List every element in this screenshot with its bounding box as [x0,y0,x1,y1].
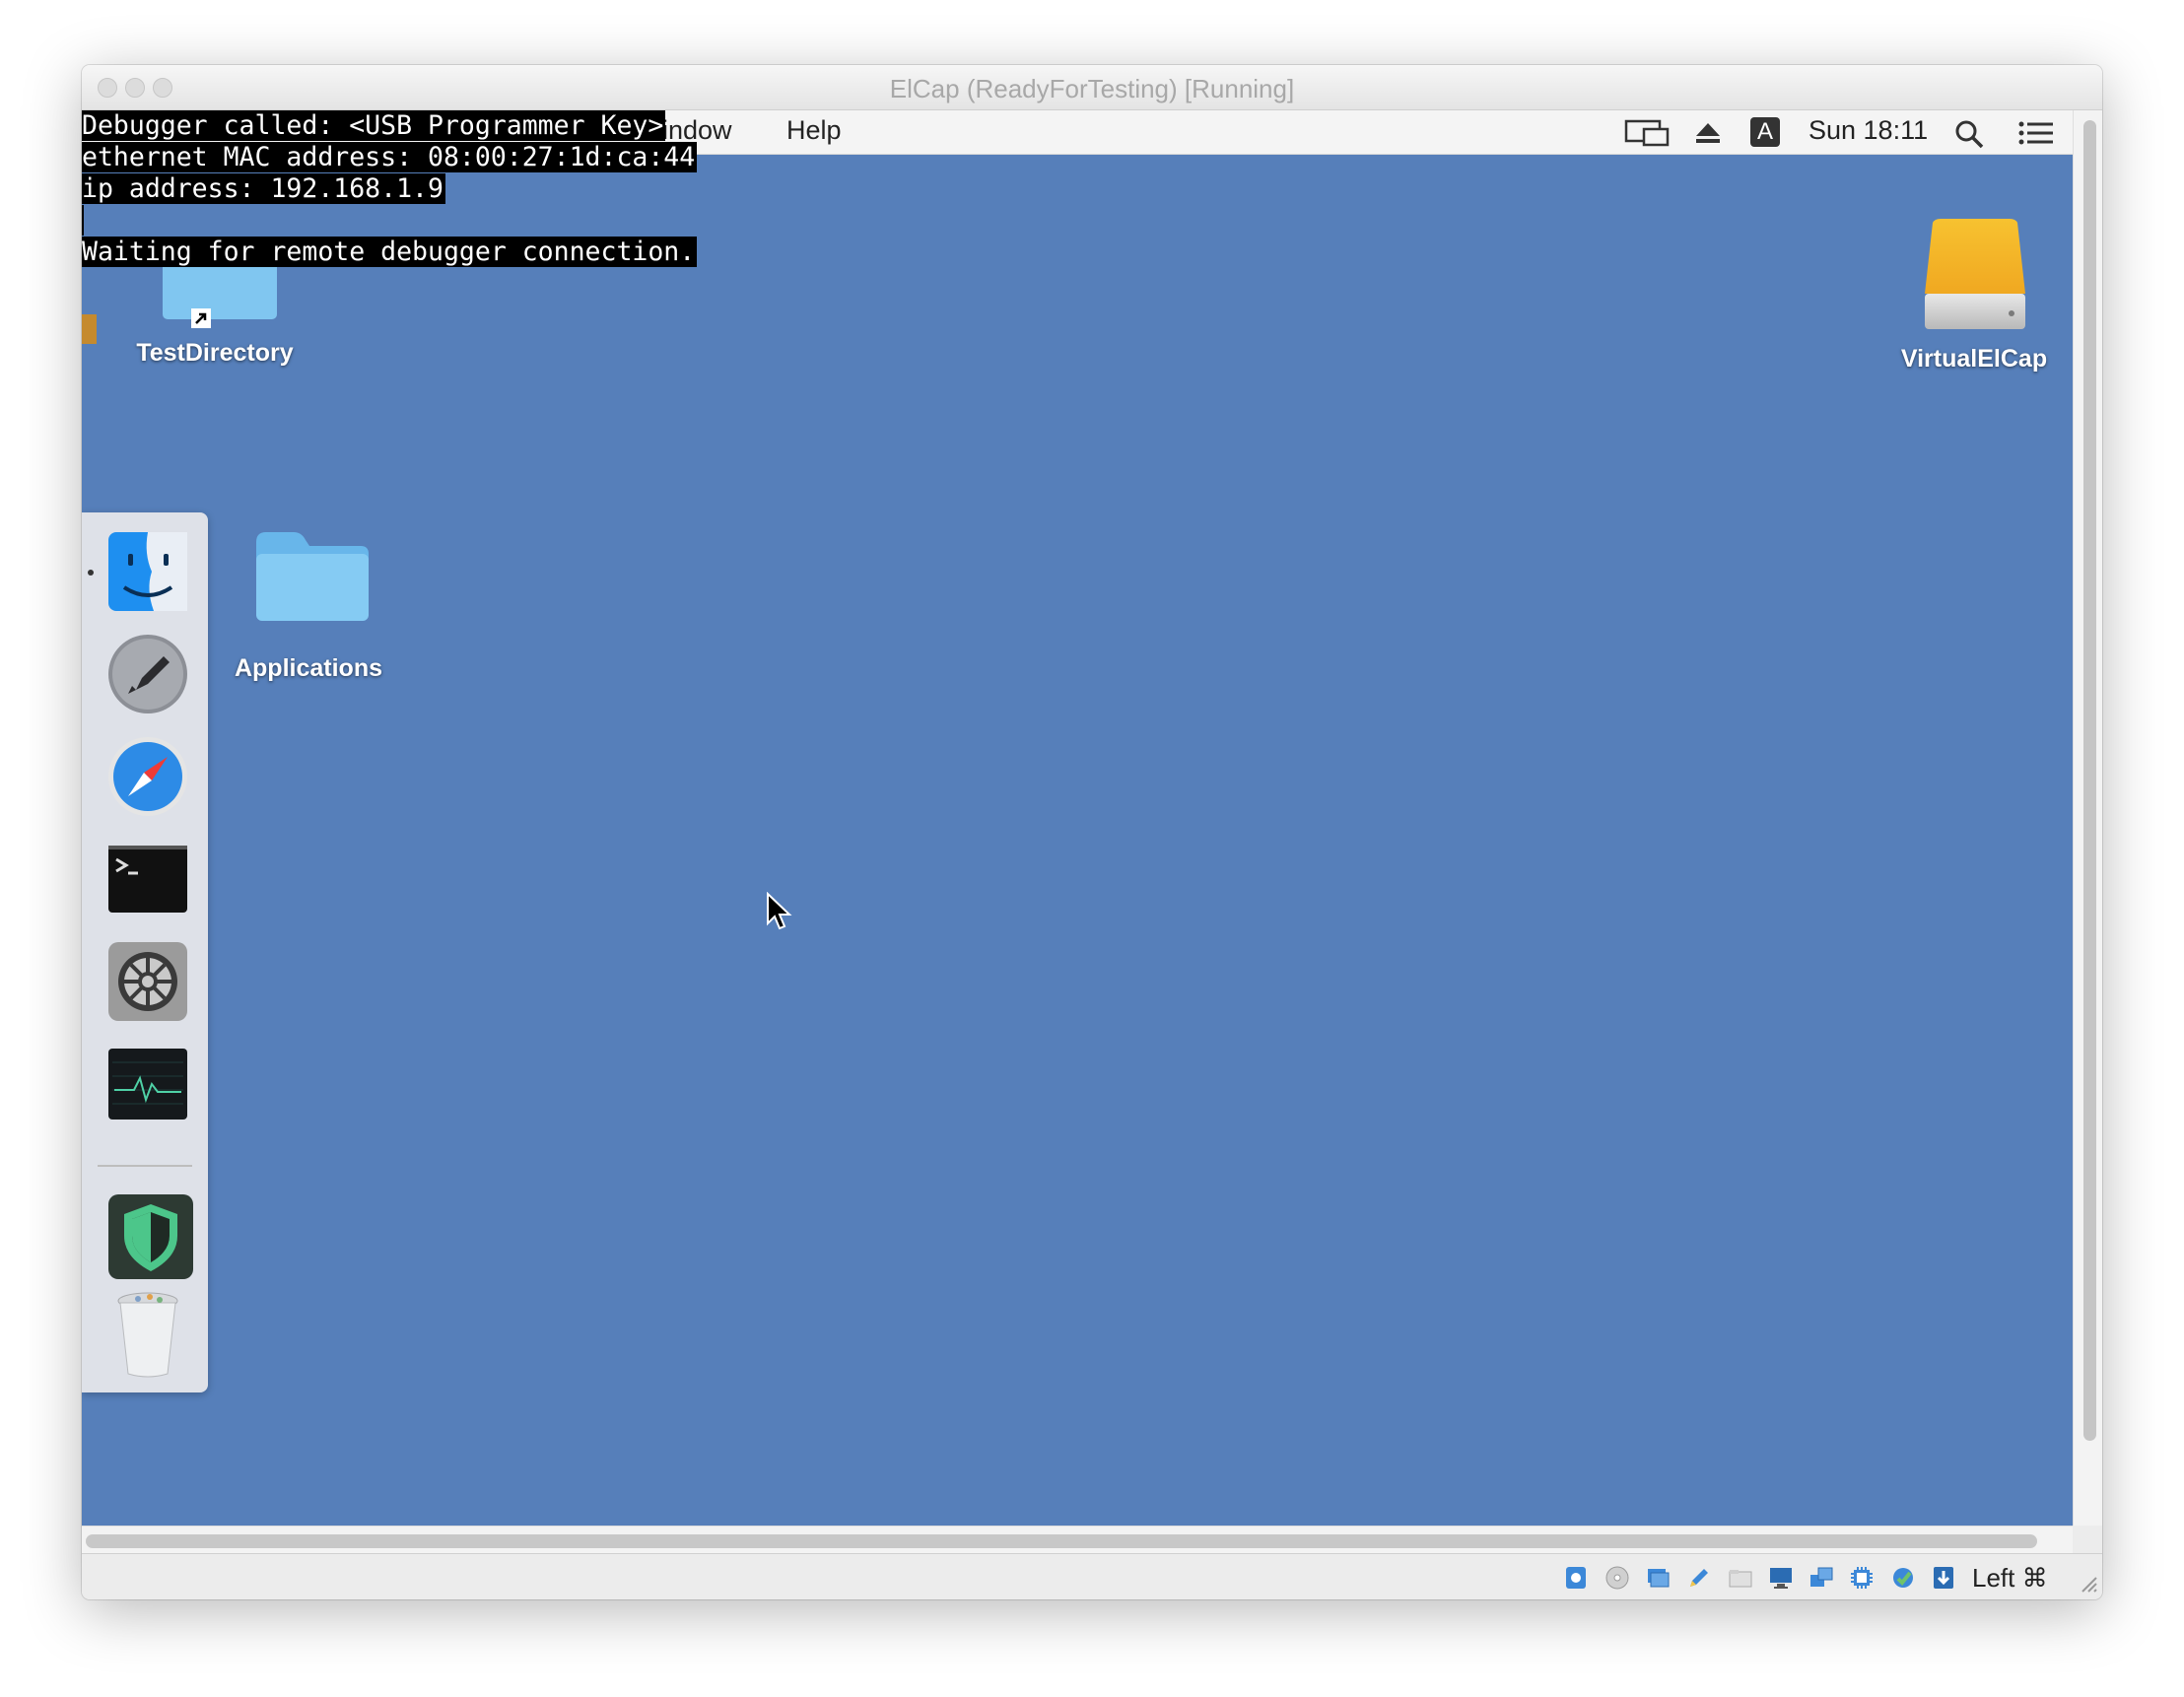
activity-monitor-icon [108,1049,187,1120]
host-key-label: Left ⌘ [1972,1563,2048,1593]
terminal-icon [108,846,187,913]
display-icon[interactable] [1768,1565,1794,1591]
console-line-3: ip address: 192.168.1.9 [82,173,445,204]
capture-icon[interactable] [1890,1565,1916,1591]
compass-icon [108,737,187,816]
dock-trash[interactable] [106,1287,189,1378]
hard-disk-icon[interactable] [1563,1565,1589,1591]
dock-separator [98,1165,192,1167]
horizontal-scrollbar[interactable] [82,1526,2073,1554]
menu-help[interactable]: Help [786,115,842,146]
rocket-icon [108,635,187,713]
finder-icon [108,532,187,611]
virtualbox-window: ElCap (ReadyForTesting) [Running] indow … [82,65,2102,1599]
pencil-usb-icon[interactable] [1686,1565,1712,1591]
folder-icon [256,532,369,621]
console-cursor [82,314,97,344]
gear-icon [108,942,187,1021]
console-line-1: Debugger called: <USB Programmer Key> [82,110,666,141]
spotlight-search-icon[interactable] [1954,119,1984,154]
window-titlebar[interactable]: ElCap (ReadyForTesting) [Running] [82,65,2102,110]
console-line-2: ethernet MAC address: 08:00:27:1d:ca:44 [82,142,698,172]
cpu-icon[interactable] [1849,1565,1875,1591]
mouse-pointer-icon [767,892,792,930]
notification-center-icon[interactable] [2018,121,2054,150]
menubar-clock[interactable]: Sun 18:11 [1809,115,1928,146]
running-indicator [88,570,94,576]
shared-folder-icon[interactable] [1728,1565,1753,1591]
eject-icon[interactable] [1694,121,1722,150]
alias-arrow-icon [191,308,211,328]
resize-grip-icon[interactable] [2077,1572,2098,1594]
dock-finder[interactable] [106,530,189,613]
desktop-icon-label: TestDirectory [136,339,294,367]
vm-status-bar: Left ⌘ [82,1553,2102,1599]
display-mirroring-icon[interactable] [1624,119,1672,152]
dock-security-app[interactable] [106,1192,193,1279]
dock-safari[interactable] [106,735,189,818]
desktop-icon-applications[interactable]: Applications [220,524,397,692]
vertical-scrollbar-thumb[interactable] [2083,120,2096,1441]
external-drive-icon [1925,219,2025,329]
kernel-debugger-console: Debugger called: <USB Programmer Key> et… [82,110,698,268]
host-key-arrow-icon[interactable] [1931,1565,1956,1591]
optical-disk-icon[interactable] [1604,1565,1630,1591]
vertical-scrollbar[interactable] [2073,110,2102,1526]
desktop-icon-label: VirtualElCap [1900,345,2048,373]
audio-icon[interactable] [1645,1565,1671,1591]
horizontal-scrollbar-thumb[interactable] [86,1534,2037,1548]
guest-screen[interactable]: indow Help A Sun 18:11 TestDirectory Deb… [82,110,2073,1526]
dock-launchpad[interactable] [106,633,189,715]
console-line-5: Waiting for remote debugger connection. [82,237,698,267]
shield-icon [108,1194,193,1279]
window-title: ElCap (ReadyForTesting) [Running] [889,74,1295,103]
dock-activity-monitor[interactable] [106,1043,189,1125]
trash-icon [117,1292,178,1378]
input-source-icon[interactable]: A [1750,117,1780,147]
network-icon[interactable] [1809,1565,1834,1591]
desktop-icon-label: Applications [234,654,382,682]
console-line-4 [82,205,697,237]
dock-terminal[interactable] [106,838,189,920]
dock-system-preferences[interactable] [106,940,189,1023]
dock [82,512,208,1392]
desktop-icon-virtualelcap[interactable]: VirtualElCap [1885,217,2063,404]
